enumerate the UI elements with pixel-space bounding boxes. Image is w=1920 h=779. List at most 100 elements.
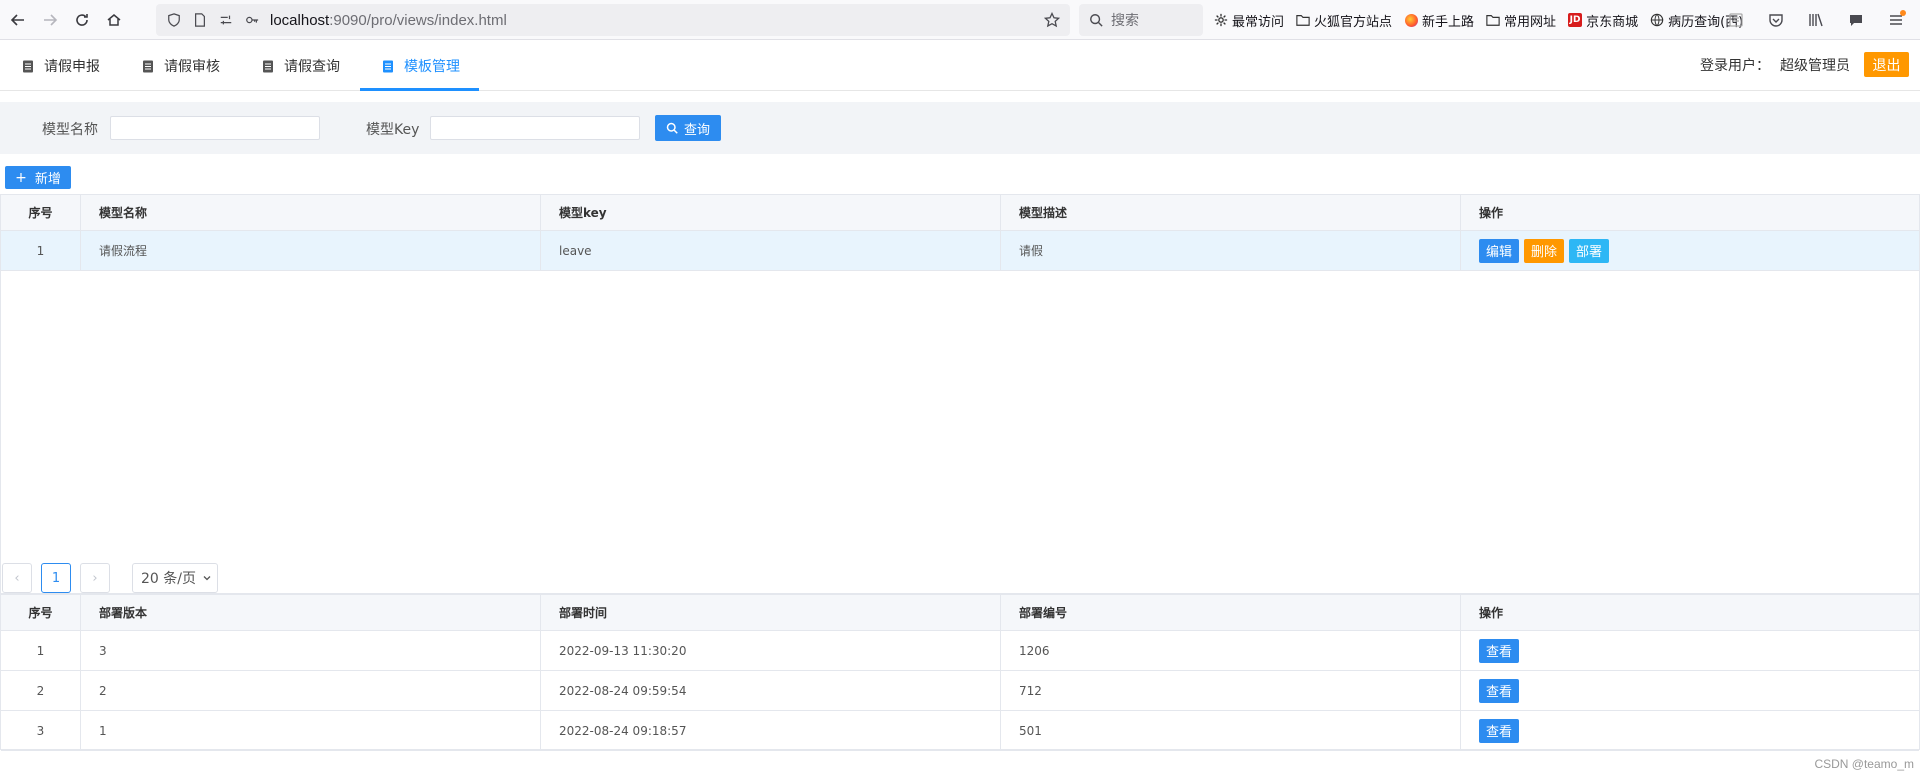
deployment-table: 序号 部署版本 部署时间 部署编号 操作 1 3 2022-09-13 11:3… <box>0 594 1920 751</box>
deploy-id: 501 <box>1001 711 1461 750</box>
chevron-down-icon <box>203 576 211 581</box>
row-number: 2 <box>1 671 81 710</box>
view-button[interactable]: 查看 <box>1479 678 1520 703</box>
browser-toolbar: localhost:9090/pro/views/index.html 搜索 最… <box>0 0 1920 40</box>
user-info: 登录用户： 超级管理员 <box>1700 55 1850 75</box>
model-name-label: 模型名称 <box>42 122 98 138</box>
header-cell: 序号 <box>1 195 81 230</box>
header-cell: 模型描述 <box>1001 195 1461 230</box>
deploy-version: 2 <box>81 671 541 710</box>
search-placeholder: 搜索 <box>1111 13 1139 29</box>
bookmark-most-visited[interactable]: 最常访问 <box>1214 11 1284 30</box>
query-button[interactable]: 查询 <box>655 115 721 141</box>
row-number: 1 <box>1 231 81 270</box>
user-name: 超级管理员 <box>1780 58 1850 74</box>
watermark: CSDN @teamo_m <box>1814 757 1914 771</box>
model-table: 序号 模型名称 模型key 模型描述 操作 1 请假流程 leave 请假 编辑… <box>0 194 1920 561</box>
user-label: 登录用户： <box>1700 58 1770 74</box>
browser-tool-icons <box>1710 0 1910 40</box>
header-cell: 序号 <box>1 595 81 630</box>
key-icon[interactable] <box>244 12 260 28</box>
bookmark-common-sites[interactable]: 常用网址 <box>1486 11 1556 30</box>
view-button[interactable]: 查看 <box>1479 638 1520 663</box>
row-actions: 查看 <box>1461 711 1920 750</box>
folder-icon <box>1486 13 1500 27</box>
header-cell: 模型key <box>541 195 1001 230</box>
row-actions: 查看 <box>1461 671 1920 710</box>
model-key: leave <box>541 231 1001 270</box>
star-icon[interactable] <box>1043 11 1061 28</box>
bookmark-getting-started[interactable]: 新手上路 <box>1404 11 1474 30</box>
tab-template-management[interactable]: 模板管理 <box>382 41 460 91</box>
row-actions: 查看 <box>1461 631 1920 670</box>
deployment-table-header: 序号 部署版本 部署时间 部署编号 操作 <box>1 595 1919 631</box>
header-cell: 部署时间 <box>541 595 1001 630</box>
pagination: ‹ 1 › 20 条/页 <box>0 560 1920 594</box>
menu-icon[interactable] <box>1882 6 1910 34</box>
row-number: 1 <box>1 631 81 670</box>
model-description: 请假 <box>1001 231 1461 270</box>
tab-leave-apply[interactable]: 请假申报 <box>22 41 100 91</box>
bookmark-jd[interactable]: JD 京东商城 <box>1568 11 1638 30</box>
row-actions: 编辑 删除 部署 <box>1461 231 1920 270</box>
globe-icon <box>1650 13 1664 27</box>
back-icon[interactable] <box>4 6 32 34</box>
deploy-button[interactable]: 部署 <box>1569 238 1610 263</box>
deploy-id: 712 <box>1001 671 1461 710</box>
page-icon[interactable] <box>192 12 208 28</box>
tab-leave-review[interactable]: 请假审核 <box>142 41 220 91</box>
table-row: 2 2 2022-08-24 09:59:54 712 查看 <box>1 671 1919 711</box>
page-size-select[interactable]: 20 条/页 <box>132 563 218 593</box>
table-row: 3 1 2022-08-24 09:18:57 501 查看 <box>1 711 1919 751</box>
search-panel: 模型名称 模型Key 查询 <box>0 102 1920 154</box>
tab-leave-query[interactable]: 请假查询 <box>262 41 340 91</box>
add-button[interactable]: + 新增 <box>5 166 71 189</box>
shield-icon[interactable] <box>166 12 182 28</box>
row-number: 3 <box>1 711 81 750</box>
permissions-icon[interactable] <box>218 12 234 28</box>
header-cell: 操作 <box>1479 606 1504 620</box>
firefox-icon <box>1404 13 1418 27</box>
library-icon[interactable] <box>1802 6 1830 34</box>
active-tab-indicator <box>360 88 479 91</box>
header-cell: 模型名称 <box>81 195 541 230</box>
reload-icon[interactable] <box>68 6 96 34</box>
deploy-version: 1 <box>81 711 541 750</box>
document-icon <box>262 60 274 73</box>
container-icon[interactable] <box>1722 6 1750 34</box>
app-tab-bar: 请假申报 请假审核 请假查询 模板管理 登录用户： 超级管理员 退出 <box>0 41 1920 91</box>
home-icon[interactable] <box>100 6 128 34</box>
model-name-input[interactable] <box>110 116 320 140</box>
header-cell: 部署编号 <box>1001 595 1461 630</box>
document-icon <box>382 60 394 73</box>
plus-icon: + <box>15 169 27 186</box>
header-cell: 操作 <box>1479 206 1504 220</box>
edit-button[interactable]: 编辑 <box>1479 238 1520 263</box>
deploy-id: 1206 <box>1001 631 1461 670</box>
forward-icon[interactable] <box>36 6 64 34</box>
document-icon <box>142 60 154 73</box>
table-row: 1 3 2022-09-13 11:30:20 1206 查看 <box>1 631 1919 671</box>
search-icon <box>1090 14 1103 27</box>
prev-page-button[interactable]: ‹ <box>2 563 32 593</box>
address-bar[interactable]: localhost:9090/pro/views/index.html <box>156 4 1070 36</box>
bookmark-firefox-site[interactable]: 火狐官方站点 <box>1296 11 1392 30</box>
next-page-button[interactable]: › <box>80 563 110 593</box>
document-icon <box>22 60 34 73</box>
model-key-label: 模型Key <box>366 122 420 138</box>
model-name: 请假流程 <box>81 231 541 270</box>
logout-button[interactable]: 退出 <box>1864 52 1909 77</box>
pocket-icon[interactable] <box>1762 6 1790 34</box>
deploy-time: 2022-09-13 11:30:20 <box>541 631 1001 670</box>
model-key-input[interactable] <box>430 116 640 140</box>
view-button[interactable]: 查看 <box>1479 718 1520 743</box>
page-number[interactable]: 1 <box>41 563 71 593</box>
browser-search-box[interactable]: 搜索 <box>1079 4 1203 36</box>
table-row[interactable]: 1 请假流程 leave 请假 编辑 删除 部署 <box>1 231 1919 271</box>
delete-button[interactable]: 删除 <box>1524 238 1565 263</box>
deploy-time: 2022-08-24 09:18:57 <box>541 711 1001 750</box>
url-text[interactable]: localhost:9090/pro/views/index.html <box>270 12 507 29</box>
chat-icon[interactable] <box>1842 6 1870 34</box>
deploy-time: 2022-08-24 09:59:54 <box>541 671 1001 710</box>
deploy-version: 3 <box>81 631 541 670</box>
